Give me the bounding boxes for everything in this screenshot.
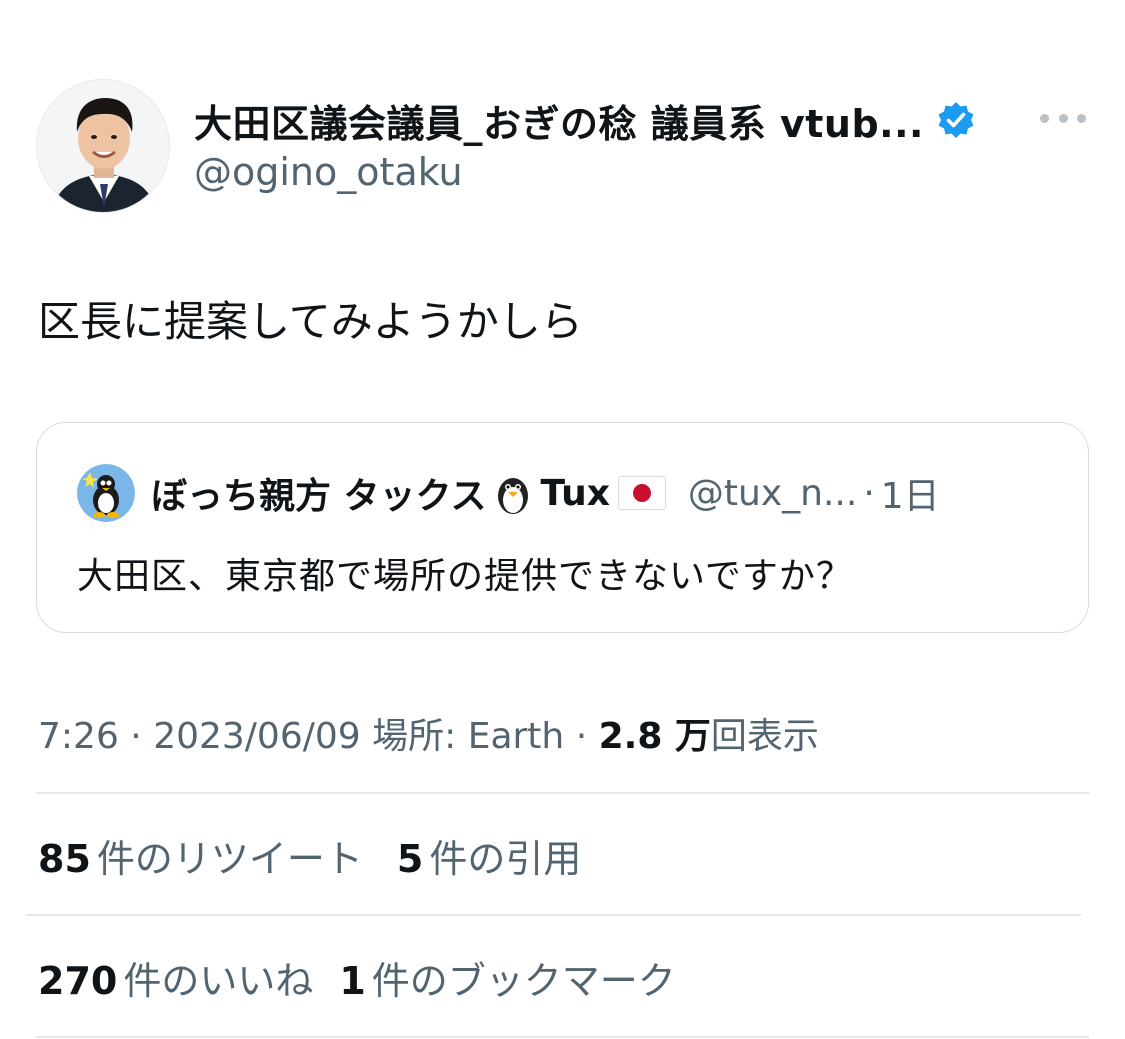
tweet-meta: 7:26 · 2023/06/09 場所: Earth · 2.8 万 回表示 (38, 707, 819, 757)
quoted-tweet-card[interactable]: ぼっち親方 タックス Tux @tux_n... · 1日 大田区、東京都で場所… (36, 422, 1089, 633)
more-options-icon[interactable] (1040, 104, 1086, 132)
tweet-time[interactable]: 7:26 (38, 716, 119, 757)
bookmarks-link[interactable]: 1 件のブックマーク (339, 950, 675, 1005)
quoted-tweet-header: ぼっち親方 タックス Tux @tux_n... · 1日 (77, 464, 940, 522)
bookmarks-label: 件のブックマーク (371, 959, 676, 1003)
quoted-author-handle[interactable]: @tux_n... (688, 473, 857, 514)
meta-separator: · (118, 716, 154, 757)
meta-separator: · (564, 716, 599, 757)
divider (36, 1036, 1089, 1038)
likes-label: 件のいいね (123, 959, 314, 1003)
quotes-label: 件の引用 (429, 837, 582, 881)
quoted-tweet-text: 大田区、東京都で場所の提供できないですか？ (77, 556, 853, 597)
tweet-text: 区長に提案してみようかしら (38, 297, 583, 346)
quoted-author-name[interactable]: ぼっち親方 タックス (151, 467, 486, 519)
tweet-date[interactable]: 2023/06/09 (153, 716, 361, 757)
retweets-link[interactable]: 85 件のリツイート (38, 828, 363, 883)
japan-flag-icon (617, 476, 666, 510)
author-avatar[interactable] (36, 79, 170, 213)
view-label: 回表示 (710, 716, 819, 757)
penguin-emoji-icon (498, 478, 529, 514)
author-name-row[interactable]: 大田区議会議員_おぎの稔 議員系 vtub... (194, 92, 976, 148)
divider (26, 914, 1081, 916)
quoted-header-separator: · (863, 472, 875, 514)
likes-link[interactable]: 270 件のいいね (38, 950, 313, 1005)
bookmarks-count: 1 (339, 959, 366, 1003)
retweets-count: 85 (38, 837, 91, 881)
divider (36, 792, 1089, 794)
tweet-detail: 大田区議会議員_おぎの稔 議員系 vtub... @ogino_otaku 区長… (0, 0, 1125, 1039)
retweet-quote-stats: 85 件のリツイート 5 件の引用 (38, 828, 581, 884)
quoted-author-avatar[interactable] (77, 464, 135, 522)
author-handle[interactable]: @ogino_otaku (194, 150, 463, 194)
likes-count: 270 (38, 959, 118, 1003)
quotes-count: 5 (396, 837, 424, 881)
view-count: 2.8 万 (598, 716, 711, 757)
quoted-author-name-suffix[interactable]: Tux (540, 473, 609, 514)
quotes-link[interactable]: 5 件の引用 (397, 828, 581, 883)
retweets-label: 件のリツイート (96, 837, 363, 881)
like-bookmark-stats: 270 件のいいね 1 件のブックマーク (38, 950, 676, 1006)
author-display-name[interactable]: 大田区議会議員_おぎの稔 議員系 vtub... (194, 93, 924, 148)
verified-badge-icon (938, 102, 974, 138)
tweet-location[interactable]: 場所: Earth (361, 707, 564, 759)
quoted-tweet-time[interactable]: 1日 (881, 467, 940, 519)
